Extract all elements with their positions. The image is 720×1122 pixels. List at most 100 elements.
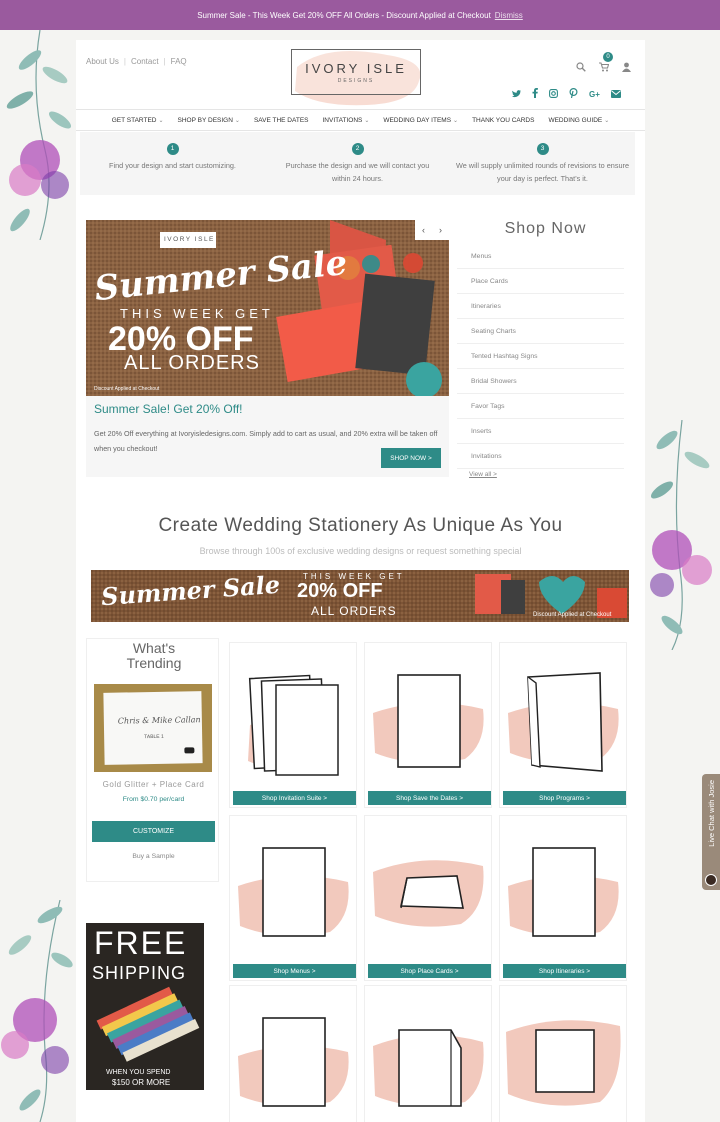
shop-category-button[interactable]: Shop Programs > <box>503 791 626 805</box>
contact-link[interactable]: Contact <box>131 57 159 66</box>
whats-trending-panel: What's Trending Chris & Mike Callan TABL… <box>86 638 219 882</box>
slider-next-icon[interactable]: › <box>432 220 449 240</box>
chevron-down-icon: ⌄ <box>453 117 459 124</box>
nav-item-wedding-day-items[interactable]: WEDDING DAY ITEMS ⌄ <box>376 117 465 124</box>
nav-item-label: WEDDING DAY ITEMS <box>383 116 452 124</box>
nav-item-shop-by-design[interactable]: SHOP BY DESIGN ⌄ <box>171 117 247 124</box>
email-icon[interactable] <box>610 85 621 103</box>
live-chat-label: Live Chat with Josie <box>706 780 716 847</box>
live-chat-tab[interactable]: Live Chat with Josie <box>702 774 720 890</box>
about-us-link[interactable]: About Us <box>86 57 119 66</box>
user-icon[interactable] <box>622 59 631 77</box>
product-category-tile[interactable] <box>364 985 492 1122</box>
nav-item-label: THANK YOU CARDS <box>472 116 535 124</box>
shop-now-item[interactable]: Itineraries <box>457 294 624 319</box>
page-container: About Us | Contact | FAQ IVORY ISLE DESI… <box>76 40 645 1122</box>
stationery-illustration <box>508 672 619 772</box>
view-all-link[interactable]: View all > <box>457 471 634 478</box>
instagram-icon[interactable] <box>549 85 558 103</box>
trending-title: What's Trending <box>126 640 182 671</box>
nav-item-label: SHOP BY DESIGN <box>177 116 233 124</box>
trending-product-image[interactable]: Chris & Mike Callan TABLE 1 <box>94 684 212 772</box>
banner-line3: 20% OFF <box>297 580 383 602</box>
shop-category-button[interactable]: Shop Place Cards > <box>368 964 491 978</box>
product-category-tile[interactable] <box>229 985 357 1122</box>
stationery-illustration <box>238 1017 349 1107</box>
hero-img-line4: ALL ORDERS <box>124 352 260 374</box>
stationery-illustration <box>248 674 339 776</box>
shop-category-button[interactable]: Shop Menus > <box>233 964 356 978</box>
logo[interactable]: IVORY ISLE DESIGNS <box>291 49 421 106</box>
google-plus-icon[interactable]: G+ <box>589 90 600 99</box>
chevron-down-icon: ⌄ <box>364 117 370 124</box>
shop-now-button[interactable]: SHOP NOW > <box>381 448 441 468</box>
buy-sample-link[interactable]: Buy a Sample <box>87 853 220 860</box>
product-category-tile[interactable]: Shop Invitation Suite > <box>229 642 357 808</box>
hero-img-line2: THIS WEEK GET <box>120 306 274 321</box>
section-subtitle: Browse through 100s of exclusive wedding… <box>199 546 522 556</box>
nav-item-label: SAVE THE DATES <box>253 116 309 124</box>
customize-button[interactable]: CUSTOMIZE <box>92 821 215 842</box>
hero-img-note: Discount Applied at Checkout <box>94 386 160 392</box>
nav-item-label: INVITATIONS <box>322 116 363 124</box>
separator: | <box>123 57 126 66</box>
shop-now-item[interactable]: Place Cards <box>457 269 624 294</box>
announcement-bar: Summer Sale - This Week Get 20% OFF All … <box>0 0 720 30</box>
slider-prev-icon[interactable]: ‹ <box>415 220 432 240</box>
product-category-tile[interactable]: Shop Place Cards > <box>364 815 492 981</box>
chevron-down-icon: ⌄ <box>604 117 610 124</box>
chevron-down-icon: ⌄ <box>234 117 240 124</box>
product-category-tile[interactable]: Shop Itineraries > <box>499 815 627 981</box>
nav-item-invitations[interactable]: INVITATIONS ⌄ <box>316 117 377 124</box>
banner-note: Discount Applied at Checkout <box>533 612 612 618</box>
place-card-names: Chris & Mike Callan <box>117 715 201 726</box>
shop-category-button[interactable]: Shop Itineraries > <box>503 964 626 978</box>
shop-category-button[interactable]: Shop Invitation Suite > <box>233 791 356 805</box>
shop-now-item[interactable]: Tented Hashtag Signs <box>457 344 624 369</box>
dismiss-link[interactable]: Dismiss <box>495 11 523 20</box>
step-3: 3 We will supply unlimited rounds of rev… <box>450 132 635 195</box>
cow-icon <box>184 747 195 754</box>
cart-icon[interactable]: 0 <box>599 52 613 77</box>
hero-slider: IVORY ISLE Summer Sale THIS WEEK GET 20%… <box>86 220 449 477</box>
shop-now-list: Menus Place Cards Itineraries Seating Chart… <box>457 244 634 469</box>
twitter-icon[interactable] <box>512 85 521 103</box>
nav-item-get-started[interactable]: GET STARTED ⌄ <box>105 117 171 124</box>
banner-line4: ALL ORDERS <box>311 604 397 618</box>
product-category-tile[interactable] <box>499 985 627 1122</box>
search-icon[interactable] <box>576 59 586 77</box>
stationery-illustration <box>373 1029 484 1107</box>
hero-image[interactable]: IVORY ISLE Summer Sale THIS WEEK GET 20%… <box>86 220 449 396</box>
product-category-tile[interactable]: Shop Menus > <box>229 815 357 981</box>
hero-img-logo: IVORY ISLE <box>164 236 215 243</box>
shop-now-item[interactable]: Favor Tags <box>457 394 624 419</box>
trending-product-price: From $0.70 per/card <box>122 796 185 803</box>
facebook-icon[interactable] <box>532 85 538 103</box>
shop-now-item[interactable]: Inserts <box>457 419 624 444</box>
announcement-text: Summer Sale - This Week Get 20% OFF All … <box>197 10 491 20</box>
summer-sale-banner[interactable]: Summer Sale THIS WEEK GET 20% OFF ALL OR… <box>91 570 629 622</box>
hero-title[interactable]: Summer Sale! Get 20% Off! <box>94 402 243 416</box>
faq-link[interactable]: FAQ <box>171 57 187 66</box>
step-number: 3 <box>536 143 549 155</box>
shop-now-item[interactable]: Invitations <box>457 444 624 469</box>
shop-now-title: Shop Now <box>504 220 587 237</box>
nav-item-label: GET STARTED <box>111 116 157 124</box>
stationery-illustration <box>238 847 349 937</box>
shop-category-button[interactable]: Shop Save the Dates > <box>368 791 491 805</box>
product-category-tile[interactable]: Shop Save the Dates > <box>364 642 492 808</box>
step-number: 2 <box>351 143 364 155</box>
section-title: Create Wedding Stationery As Unique As Y… <box>158 515 563 536</box>
nav-item-wedding-guide[interactable]: WEDDING GUIDE ⌄ <box>541 117 616 124</box>
nav-item-thank-you-cards[interactable]: THANK YOU CARDS <box>465 117 541 124</box>
place-card: Chris & Mike Callan TABLE 1 <box>103 691 203 765</box>
nav-item-save-the-dates[interactable]: SAVE THE DATES <box>247 117 316 124</box>
trending-product-name[interactable]: Gold Glitter + Place Card <box>87 780 220 789</box>
stationery-illustration <box>506 1020 621 1106</box>
shop-now-item[interactable]: Bridal Showers <box>457 369 624 394</box>
free-shipping-promo[interactable]: FREE SHIPPING WHEN YOU SPEND $150 OR MOR… <box>86 923 204 1090</box>
shop-now-item[interactable]: Seating Charts <box>457 319 624 344</box>
shop-now-item[interactable]: Menus <box>457 244 624 269</box>
product-category-tile[interactable]: Shop Programs > <box>499 642 627 808</box>
pinterest-icon[interactable] <box>569 85 578 103</box>
